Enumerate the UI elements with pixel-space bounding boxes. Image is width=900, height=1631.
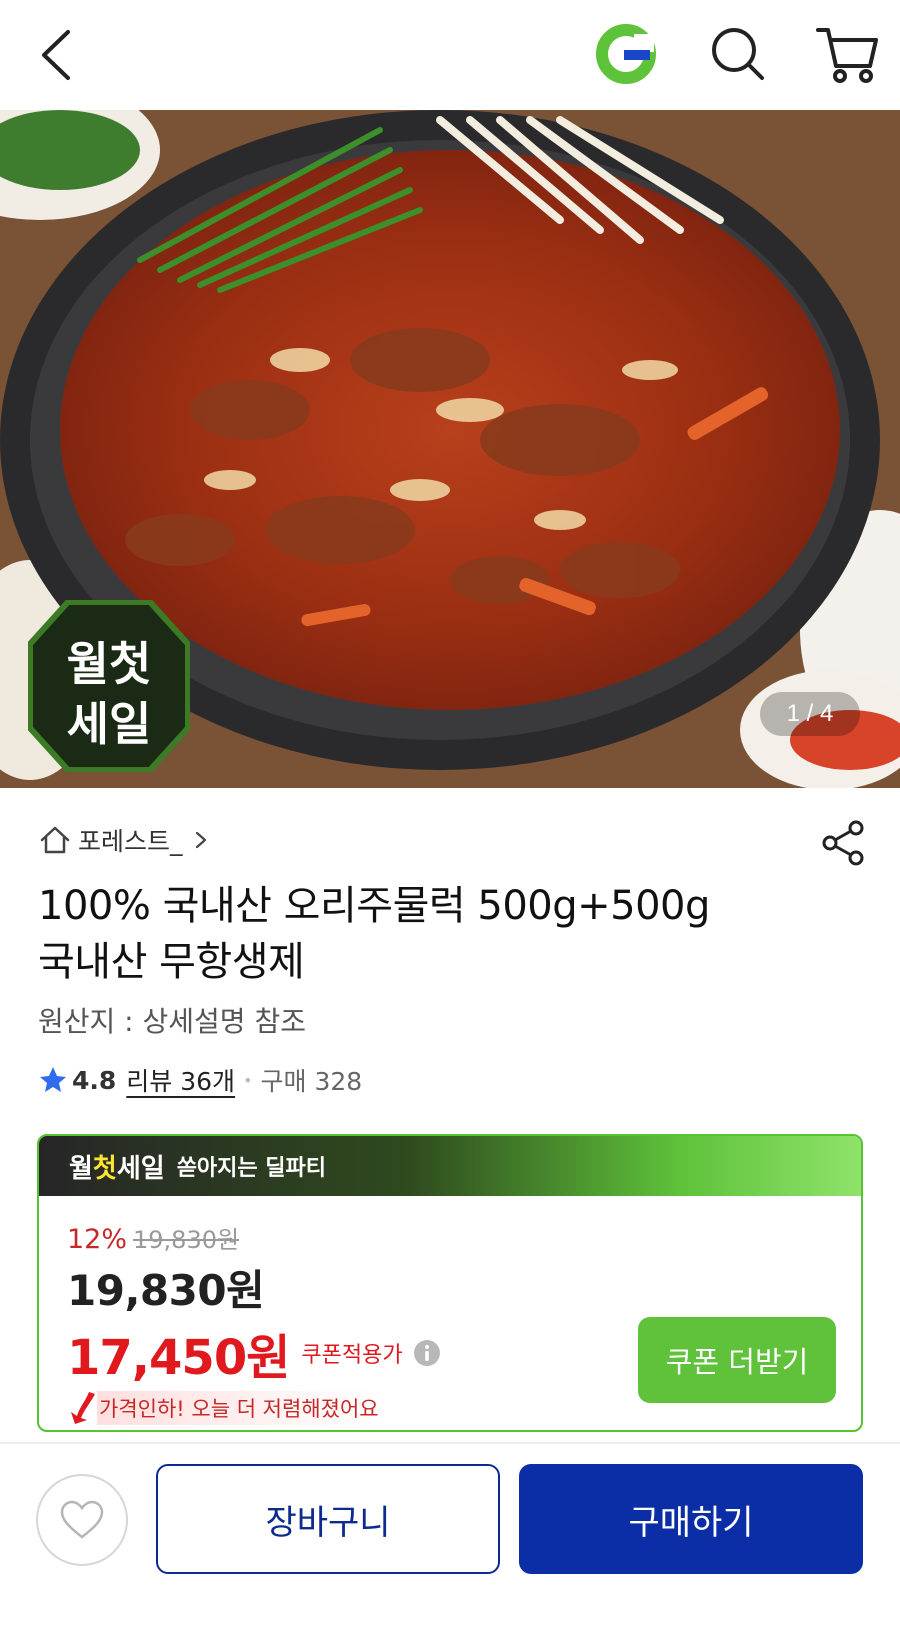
price-down-arrow-icon (71, 1392, 95, 1424)
original-price: 19,830원 (133, 1226, 240, 1254)
rating-score: 4.8 (72, 1065, 117, 1095)
price-block: 12% 19,830원 19,830원 17,450원 쿠폰적용가 가격인하! … (67, 1220, 441, 1426)
coupon-price: 17,450원 (67, 1330, 290, 1386)
coupon-price-row: 17,450원 쿠폰적용가 (67, 1318, 441, 1388)
product-title: 100% 국내산 오리주물럭 500g+500g 국내산 무항생제 (38, 878, 858, 990)
badge-top-text: 월첫 (67, 637, 152, 691)
deal-banner-word1: 월 (69, 1153, 93, 1184)
product-title-line1: 100% 국내산 오리주물럭 500g+500g (38, 883, 710, 929)
deal-box: 월 첫 세일 쏟아지는 딜파티 12% 19,830원 19,830원 17,4… (37, 1134, 863, 1432)
top-app-bar (0, 0, 900, 110)
heart-icon (60, 1500, 104, 1539)
info-icon[interactable] (413, 1339, 441, 1367)
review-link[interactable]: 리뷰 36개 (126, 1062, 235, 1098)
badge-bottom-text: 세일 (67, 697, 152, 751)
sale-price: 19,830원 (67, 1266, 265, 1315)
cart-icon[interactable] (812, 20, 880, 88)
wishlist-button[interactable] (36, 1474, 128, 1566)
separator-dot: • (243, 1070, 253, 1090)
rating-row: 4.8 리뷰 36개 • 구매 328 (38, 1062, 362, 1098)
coupon-price-label: 쿠폰적용가 (301, 1343, 403, 1368)
get-more-coupon-button[interactable]: 쿠폰 더받기 (638, 1317, 836, 1403)
store-name: 포레스트_ (78, 827, 183, 856)
purchase-count: 구매 328 (260, 1067, 363, 1096)
product-title-line2: 국내산 무항생제 (38, 939, 305, 985)
gmarket-logo-icon[interactable] (594, 22, 658, 86)
deal-banner: 월 첫 세일 쏟아지는 딜파티 (39, 1136, 861, 1196)
store-link[interactable]: 포레스트_ (38, 822, 209, 858)
image-counter: 1 / 4 (760, 692, 860, 736)
star-icon (40, 1067, 66, 1092)
add-to-cart-button[interactable]: 장바구니 (156, 1464, 500, 1574)
deal-banner-word2: 첫 (92, 1153, 117, 1184)
price-drop-row: 가격인하! 오늘 더 저렴해졌어요 (67, 1390, 441, 1426)
share-icon[interactable] (822, 820, 866, 866)
deal-banner-word3: 세일 (116, 1153, 165, 1184)
discount-percent: 12% (67, 1224, 128, 1255)
price-drop-text: 가격인하! 오늘 더 저렴해졌어요 (97, 1391, 389, 1425)
origin-info: 원산지 : 상세설명 참조 (38, 1005, 306, 1038)
chevron-right-icon (195, 831, 206, 849)
back-arrow-icon[interactable] (32, 22, 92, 88)
monthly-sale-badge: 월첫 세일 (28, 600, 190, 772)
bottom-bar-divider (0, 1442, 900, 1444)
product-image-carousel[interactable]: 월첫 세일 1 / 4 (0, 110, 900, 788)
deal-banner-subtitle: 쏟아지는 딜파티 (176, 1156, 327, 1181)
store-home-icon (40, 826, 70, 854)
discount-row: 12% 19,830원 (67, 1220, 441, 1255)
search-icon[interactable] (706, 22, 770, 86)
buy-now-button[interactable]: 구매하기 (519, 1464, 863, 1574)
